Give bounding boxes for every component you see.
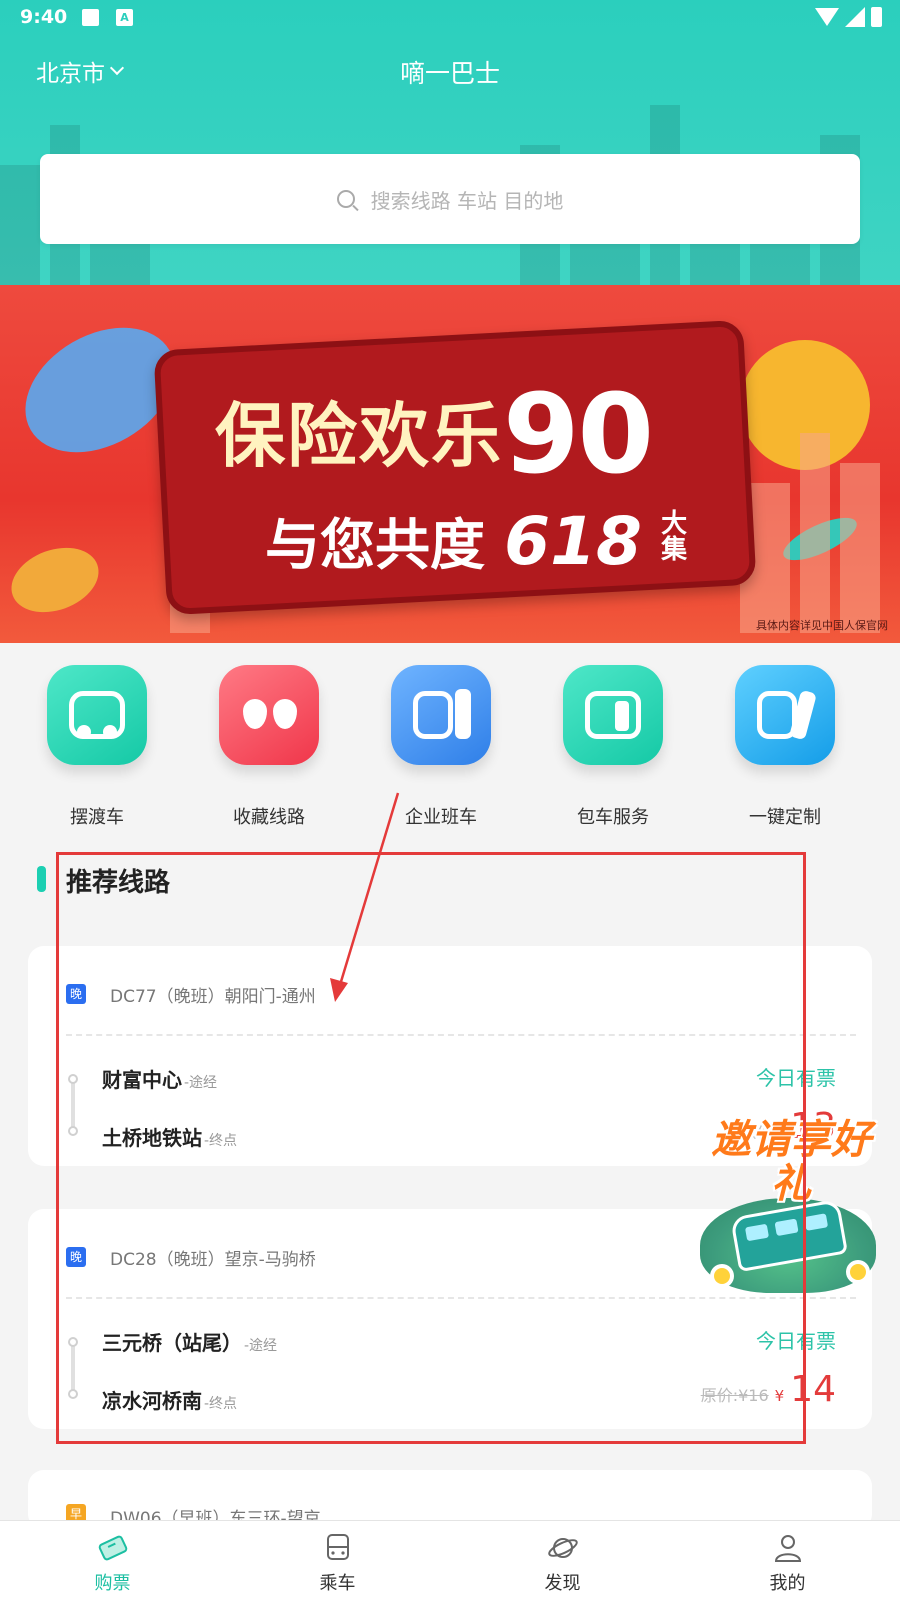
banner-headline: 保险欢乐90 <box>215 370 755 498</box>
quick-action-label: 一键定制 <box>749 807 821 828</box>
banner-headline-number: 90 <box>503 370 654 498</box>
discover-planet-icon <box>546 1531 580 1565</box>
flower-decoration <box>850 1264 866 1280</box>
shuttle-bus-icon <box>47 665 147 765</box>
quick-action-enterprise[interactable]: 企业班车 <box>366 665 516 829</box>
nav-tab-discover[interactable]: 发现 <box>450 1521 675 1600</box>
banner-subline-text: 与您共度 <box>265 513 486 577</box>
city-label: 北京市 <box>36 61 105 87</box>
quick-action-label: 企业班车 <box>405 807 477 828</box>
banner-disclaimer: 具体内容详见中国人保官网 <box>756 619 888 632</box>
status-icons <box>815 7 882 27</box>
quick-action-label: 包车服务 <box>577 807 649 828</box>
chevron-down-icon <box>109 60 125 76</box>
nav-label: 购票 <box>94 1573 131 1594</box>
bus-ride-icon <box>321 1531 355 1565</box>
nav-label: 乘车 <box>319 1573 356 1594</box>
ticket-icon <box>96 1531 130 1565</box>
city-selector[interactable]: 北京市 <box>36 54 125 88</box>
wifi-icon <box>815 8 839 26</box>
banner-building <box>840 463 880 633</box>
header: 9:40 A 嘀一巴士 北京市 搜索线路 车站 目的地 <box>0 0 900 285</box>
quick-action-label: 收藏线路 <box>233 807 305 828</box>
quick-actions: 摆渡车 收藏线路 企业班车 包车服务 一键定制 <box>0 665 900 835</box>
banner-headline-text: 保险欢乐 <box>215 395 503 477</box>
banner-building <box>800 433 830 633</box>
nav-label: 发现 <box>544 1573 581 1594</box>
app-title: 嘀一巴士 <box>399 59 500 88</box>
search-icon <box>336 190 355 208</box>
quick-action-favorites[interactable]: 收藏线路 <box>194 665 344 829</box>
enterprise-shuttle-icon <box>391 665 491 765</box>
quick-action-shuttle[interactable]: 摆渡车 <box>22 665 172 829</box>
custom-route-icon <box>735 665 835 765</box>
battery-icon <box>871 7 882 27</box>
nav-tab-ride[interactable]: 乘车 <box>225 1521 450 1600</box>
annotation-highlight-box <box>56 852 806 1444</box>
nav-label: 我的 <box>769 1573 806 1594</box>
image-notification-icon <box>82 9 99 26</box>
charter-service-icon <box>563 665 663 765</box>
nav-tab-profile[interactable]: 我的 <box>675 1521 900 1600</box>
profile-icon <box>771 1531 805 1565</box>
promo-banner[interactable]: 保险欢乐90 与您共度 618 大集 具体内容详见中国人保官网 <box>0 285 900 643</box>
section-accent-bar <box>37 866 46 892</box>
quick-action-custom[interactable]: 一键定制 <box>710 665 860 829</box>
bottom-navigation: 购票 乘车 发现 我的 <box>0 1520 900 1600</box>
quick-action-charter[interactable]: 包车服务 <box>538 665 688 829</box>
app-notification-icon: A <box>116 9 133 26</box>
banner-shape-orange <box>2 536 108 624</box>
status-time: 9:40 <box>20 6 68 28</box>
nav-tab-tickets[interactable]: 购票 <box>0 1521 225 1600</box>
banner-subline-number: 618 <box>504 503 642 580</box>
search-placeholder: 搜索线路 车站 目的地 <box>370 188 564 213</box>
banner-subline: 与您共度 618 大集 <box>265 500 725 580</box>
quick-action-label: 摆渡车 <box>70 807 124 828</box>
search-bar[interactable]: 搜索线路 车站 目的地 <box>40 154 860 244</box>
favorite-route-icon <box>219 665 319 765</box>
signal-icon <box>845 7 865 27</box>
status-bar: 9:40 A <box>0 0 900 36</box>
banner-subline-tag: 大集 <box>661 509 688 565</box>
